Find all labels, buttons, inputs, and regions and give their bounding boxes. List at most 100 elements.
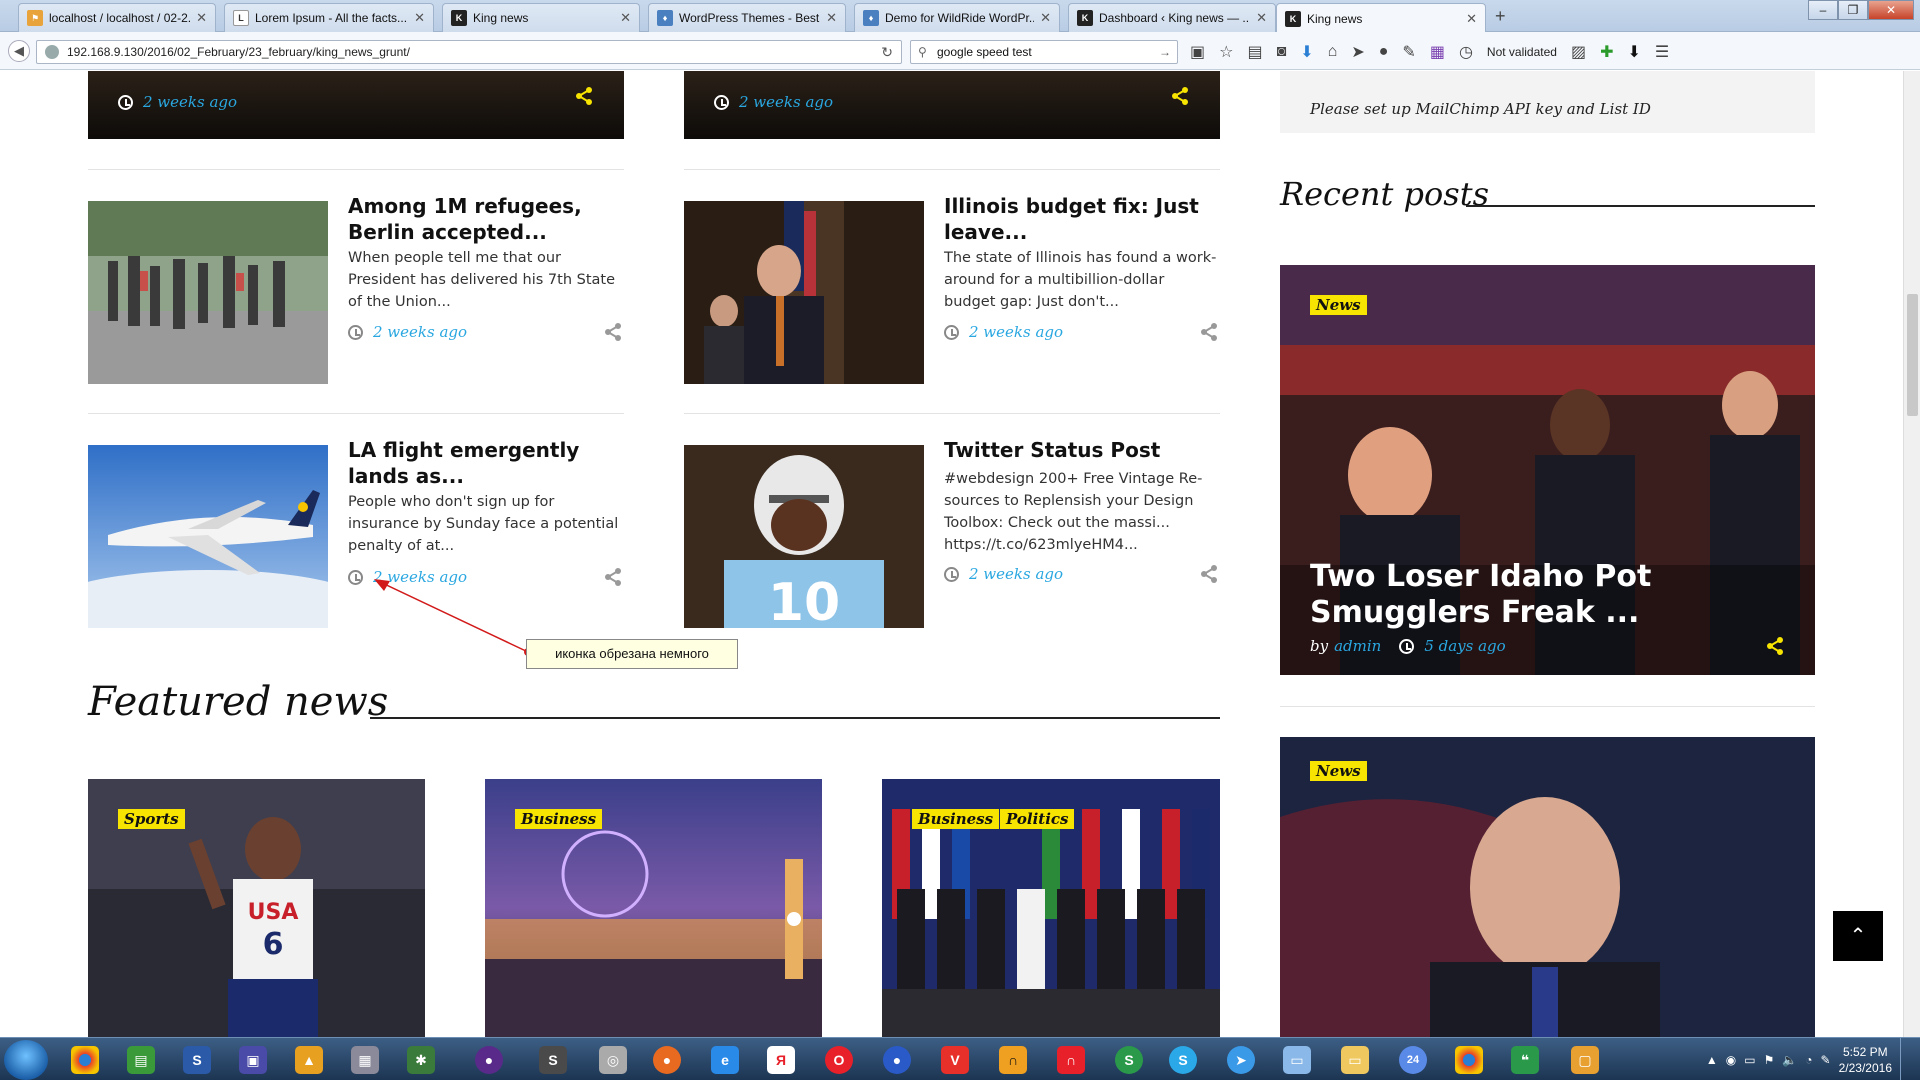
badge-24-icon[interactable]: 24 — [1390, 1041, 1436, 1078]
recent-post-title[interactable]: Two Loser Idaho Pot Smugglers Freak ... — [1310, 559, 1790, 631]
recent-post-card[interactable]: News Two Loser Idaho Pot Smugglers Freak… — [1280, 265, 1815, 675]
start-button[interactable] — [4, 1040, 48, 1080]
address-bar[interactable]: 192.168.9.130/2016/02_February/23_februa… — [36, 40, 902, 64]
tab-wildride-demo[interactable]: ♦ Demo for WildRide WordPr... ✕ — [854, 3, 1060, 32]
tab-lorem[interactable]: L Lorem Ipsum - All the facts... ✕ — [224, 3, 434, 32]
top-card-right[interactable]: 2 weeks ago — [684, 71, 1220, 139]
screenshot-icon[interactable]: ▣ — [1190, 42, 1205, 62]
post-thumbnail-flight[interactable] — [88, 445, 328, 628]
pen-icon[interactable]: ✎ — [1402, 42, 1415, 62]
tray-pen-icon[interactable]: ✎ — [1821, 1053, 1831, 1067]
close-tab-icon[interactable]: ✕ — [826, 10, 837, 26]
search-go-icon[interactable]: → — [1159, 41, 1171, 63]
menu-icon[interactable]: ☰ — [1655, 42, 1669, 62]
save-icon[interactable]: ▣ — [230, 1041, 276, 1078]
chrome-icon[interactable] — [62, 1041, 108, 1078]
category-badge[interactable]: Sports — [118, 809, 185, 829]
close-tab-icon[interactable]: ✕ — [1466, 11, 1477, 27]
post-thumbnail-refugees[interactable] — [88, 201, 328, 384]
calculator-icon[interactable]: ▦ — [342, 1041, 388, 1078]
share-icon[interactable] — [1171, 87, 1189, 105]
tray-network-icon[interactable]: ◉ — [1726, 1053, 1736, 1067]
close-tab-icon[interactable]: ✕ — [196, 10, 207, 26]
featured-card-sports[interactable]: USA 6 Sports — [88, 779, 425, 1037]
photos-icon[interactable]: ▢ — [1562, 1041, 1608, 1078]
internet-explorer-icon[interactable]: e — [702, 1041, 748, 1078]
firefox-icon[interactable]: ● — [644, 1041, 690, 1078]
post-time[interactable]: 2 weeks ago — [969, 323, 1063, 341]
post-title[interactable]: Among 1M refugees, Berlin accepted... — [348, 193, 628, 245]
mask-icon[interactable]: ◎ — [590, 1041, 636, 1078]
close-tab-icon[interactable]: ✕ — [414, 10, 425, 26]
home-icon[interactable]: ⌂ — [1328, 43, 1338, 61]
post-time[interactable]: 5 days ago — [1424, 637, 1505, 655]
minimize-button[interactable]: – — [1808, 0, 1838, 20]
post-thumbnail-illinois[interactable] — [684, 201, 924, 384]
reload-icon[interactable]: ↻ — [881, 41, 893, 63]
tab-phpmyadmin[interactable]: ⚑ localhost / localhost / 02-2... ✕ — [18, 3, 216, 32]
close-tab-icon[interactable]: ✕ — [620, 10, 631, 26]
post-time[interactable]: 2 weeks ago — [373, 323, 467, 341]
share-icon[interactable] — [1766, 637, 1784, 655]
vivaldi-icon[interactable]: V — [932, 1041, 978, 1078]
search-input[interactable]: ⚲ google speed test → — [910, 40, 1178, 64]
notepad-icon[interactable]: ▭ — [1274, 1041, 1320, 1078]
post-time[interactable]: 2 weeks ago — [969, 565, 1063, 583]
telegram-icon[interactable]: ➤ — [1218, 1041, 1264, 1078]
post-title[interactable]: Twitter Status Post — [944, 437, 1220, 463]
tray-arrow-icon[interactable]: ▲ — [1706, 1053, 1718, 1067]
post-title[interactable]: Illinois budget fix: Just leave... — [944, 193, 1220, 245]
s-app-icon[interactable]: S — [1106, 1041, 1152, 1078]
app-icon[interactable]: ∩ — [990, 1041, 1036, 1078]
category-badge[interactable]: Business — [515, 809, 603, 829]
chrome-icon[interactable] — [1446, 1041, 1492, 1078]
chat-icon[interactable]: ● — [1379, 43, 1389, 61]
pocket-icon[interactable]: ◙ — [1277, 43, 1287, 61]
post-thumbnail-twitter[interactable]: 10 — [684, 445, 924, 628]
post-author[interactable]: admin — [1334, 637, 1381, 655]
grid-icon[interactable]: ▦ — [1430, 42, 1445, 62]
bookmark-star-icon[interactable]: ☆ — [1219, 42, 1233, 62]
folder-icon[interactable]: ▭ — [1332, 1041, 1378, 1078]
scroll-to-top-button[interactable]: ⌃ — [1833, 911, 1883, 961]
close-window-button[interactable]: ✕ — [1868, 0, 1914, 20]
hangouts-icon[interactable]: ❝ — [1502, 1041, 1548, 1078]
network-icon[interactable]: ✱ — [398, 1041, 444, 1078]
back-button[interactable]: ◀ — [8, 40, 30, 62]
opera-icon[interactable]: O — [816, 1041, 862, 1078]
category-badge[interactable]: Business — [912, 809, 1000, 829]
show-desktop-button[interactable] — [1900, 1038, 1910, 1080]
yandex-icon[interactable]: Я — [758, 1041, 804, 1078]
headphones-icon[interactable]: ∩ — [1048, 1041, 1094, 1078]
share-icon[interactable] — [604, 323, 622, 341]
sublime-icon[interactable]: S — [174, 1041, 220, 1078]
featured-card-business-politics[interactable]: Business Politics — [882, 779, 1220, 1037]
orb-icon[interactable]: ● — [466, 1041, 512, 1078]
download-icon[interactable]: ⬇ — [1300, 42, 1313, 62]
scrollbar-thumb[interactable] — [1907, 294, 1918, 416]
notes-icon[interactable]: ▨ — [1571, 42, 1586, 62]
system-clock[interactable]: 5:52 PM 2/23/2016 — [1839, 1044, 1892, 1076]
new-tab-button[interactable]: + — [1495, 6, 1506, 27]
tray-keyboard-icon[interactable]: ▭ — [1744, 1053, 1755, 1067]
volume-icon[interactable]: 🔈 — [1782, 1053, 1797, 1067]
firefox-dev-icon[interactable]: ● — [874, 1041, 920, 1078]
close-tab-icon[interactable]: ✕ — [1256, 10, 1267, 26]
clock-icon[interactable]: ◷ — [1459, 42, 1473, 62]
share-icon[interactable] — [1200, 565, 1218, 583]
featured-card-business[interactable]: Business — [485, 779, 822, 1037]
share-icon[interactable] — [1200, 323, 1218, 341]
tray-app-icon[interactable]: ◔ — [1805, 1053, 1812, 1067]
editor-icon[interactable]: S — [530, 1041, 576, 1078]
send-icon[interactable]: ➤ — [1351, 42, 1364, 62]
page-scrollbar[interactable] — [1903, 71, 1920, 1037]
maximize-button[interactable]: ❐ — [1838, 0, 1868, 20]
reading-list-icon[interactable]: ▤ — [1247, 42, 1262, 62]
tab-king-news-active[interactable]: K King news ✕ — [1276, 3, 1486, 33]
category-badge[interactable]: News — [1310, 295, 1367, 315]
top-card-left[interactable]: 2 weeks ago — [88, 71, 624, 139]
share-icon[interactable] — [604, 568, 622, 586]
recent-post-card-2[interactable]: News — [1280, 737, 1815, 1037]
tab-wordpress-themes[interactable]: ♦ WordPress Themes - Best ... ✕ — [648, 3, 846, 32]
tray-flag-icon[interactable]: ⚑ — [1764, 1053, 1775, 1067]
